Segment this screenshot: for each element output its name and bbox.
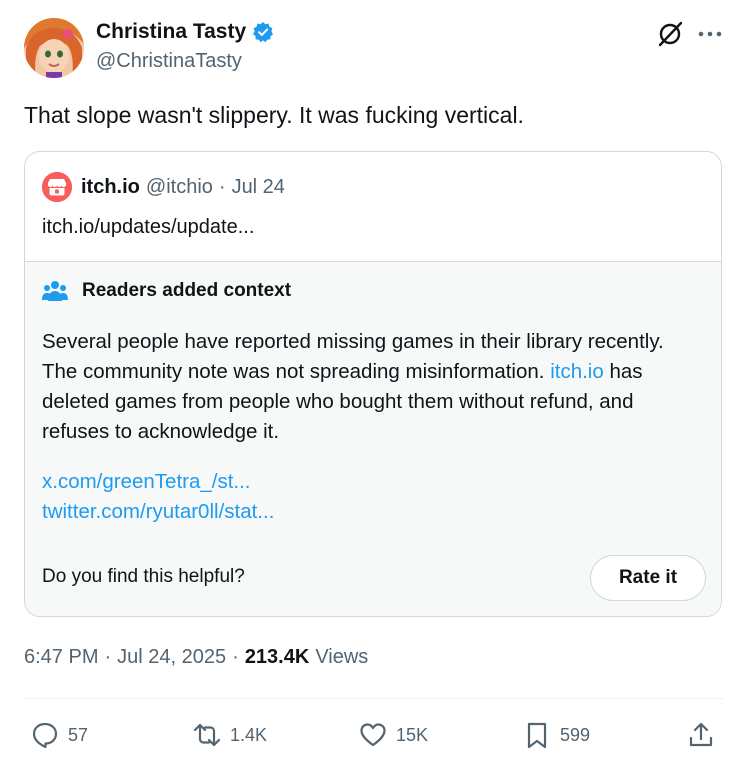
like-button[interactable]: 15K xyxy=(358,720,428,750)
quote-author-handle[interactable]: @itchio xyxy=(146,176,213,199)
community-note-header: Readers added context xyxy=(42,280,291,302)
like-count: 15K xyxy=(396,724,429,745)
share-button[interactable] xyxy=(686,720,716,750)
views-count[interactable]: 213.4K xyxy=(245,646,310,669)
quote-link-text[interactable]: itch.io/updates/update... xyxy=(42,216,254,239)
note-source-link-1[interactable]: x.com/greenTetra_/st... xyxy=(42,470,251,494)
quoted-tweet[interactable]: itch.io @itchio · Jul 24 itch.io/updates… xyxy=(25,152,721,261)
tweet-text: That slope wasn't slippery. It was fucki… xyxy=(24,102,524,128)
tweet-date[interactable]: Jul 24, 2025 xyxy=(117,646,226,669)
helpful-prompt: Do you find this helpful? xyxy=(42,566,245,587)
bookmark-button[interactable]: 599 xyxy=(522,720,590,750)
author-name-row: Christina Tasty xyxy=(96,20,274,44)
author-avatar[interactable] xyxy=(24,18,84,78)
tweet-meta: 6:47 PM · Jul 24, 2025 · 213.4K Views xyxy=(24,646,368,669)
community-note: Readers added context Several people hav… xyxy=(25,261,721,616)
share-icon xyxy=(689,722,713,747)
meta-separator-2: · xyxy=(232,646,239,668)
rate-it-button[interactable]: Rate it xyxy=(590,555,706,601)
quoted-tweet-card[interactable]: itch.io @itchio · Jul 24 itch.io/updates… xyxy=(24,151,722,617)
meta-separator-1: · xyxy=(104,646,112,668)
people-icon xyxy=(42,281,68,301)
bookmark-count: 599 xyxy=(560,724,591,745)
reply-button[interactable]: 57 xyxy=(30,720,88,750)
reply-icon xyxy=(32,722,58,749)
itchio-avatar[interactable] xyxy=(42,172,72,202)
quote-separator: · xyxy=(218,176,226,198)
repost-button[interactable]: 1.4K xyxy=(192,720,267,750)
repost-icon xyxy=(193,723,221,747)
reply-count: 57 xyxy=(68,724,89,745)
community-note-body: Several people have reported missing gam… xyxy=(42,327,682,447)
repost-count: 1.4K xyxy=(230,724,268,745)
heart-icon xyxy=(360,723,386,747)
views-label: Views xyxy=(315,646,369,668)
divider xyxy=(24,698,724,699)
author-display-name[interactable]: Christina Tasty xyxy=(96,20,246,44)
quote-date[interactable]: Jul 24 xyxy=(232,176,285,199)
author-handle[interactable]: @ChristinaTasty xyxy=(96,50,242,73)
quote-header: itch.io @itchio · Jul 24 xyxy=(81,176,285,199)
grok-icon[interactable] xyxy=(656,20,684,48)
note-source-link-2[interactable]: twitter.com/ryutar0ll/stat... xyxy=(42,500,274,524)
bookmark-icon xyxy=(527,722,547,749)
verified-badge-icon xyxy=(253,22,274,43)
itchio-logo-icon xyxy=(42,172,72,202)
note-body-link[interactable]: itch.io xyxy=(550,360,604,383)
avatar-illustration xyxy=(24,18,84,78)
community-note-title: Readers added context xyxy=(82,280,292,301)
tweet-time[interactable]: 6:47 PM xyxy=(24,646,98,669)
quote-author-name[interactable]: itch.io xyxy=(81,176,140,199)
more-options-icon[interactable] xyxy=(696,24,724,44)
